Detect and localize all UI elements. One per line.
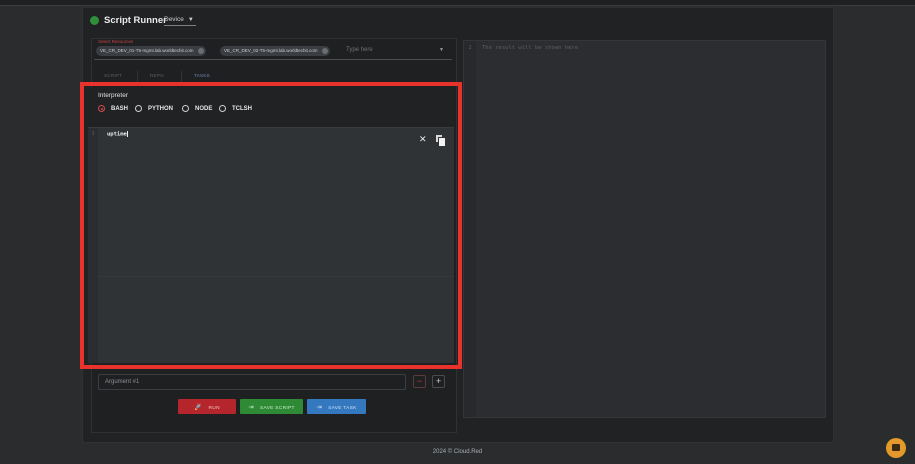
chat-button[interactable] bbox=[886, 438, 906, 458]
top-bar bbox=[0, 0, 915, 6]
highlight-box bbox=[80, 82, 462, 369]
chevron-down-icon: ▼ bbox=[187, 17, 194, 23]
app-title: Script Runner bbox=[104, 15, 167, 26]
save-script-label: SAVE SCRIPT bbox=[260, 406, 295, 411]
rocket-icon: 🚀 bbox=[194, 404, 203, 411]
save-task-label: SAVE TASK bbox=[328, 406, 357, 411]
tab-tasks[interactable]: TASKS bbox=[194, 73, 210, 78]
save-script-button[interactable]: ⇥ SAVE SCRIPT bbox=[240, 399, 303, 414]
device-select-label: Device bbox=[164, 16, 184, 23]
resources-field[interactable]: VE_CR_DEV_01-T5-mgmt.lab.worldtechit.com… bbox=[94, 43, 452, 60]
result-output: The result will be shown here bbox=[482, 45, 579, 51]
chip-remove-icon[interactable] bbox=[321, 48, 328, 54]
tab-script[interactable]: SCRIPT bbox=[104, 73, 122, 78]
save-icon: ⇥ bbox=[316, 404, 323, 411]
app-header: Script Runner Device ▼ bbox=[83, 8, 833, 36]
chevron-down-icon[interactable]: ▼ bbox=[439, 47, 444, 53]
add-argument-button[interactable]: + bbox=[432, 375, 445, 388]
chat-icon bbox=[892, 444, 900, 451]
tab-repo[interactable]: REPO bbox=[150, 73, 164, 78]
status-indicator bbox=[90, 16, 99, 25]
device-select[interactable]: Device ▼ bbox=[164, 16, 196, 26]
resource-chip-label: VE_CR_DEV_02-T5-mgmt.lab.worldtechit.com bbox=[224, 48, 318, 53]
run-button[interactable]: 🚀 RUN bbox=[178, 399, 236, 414]
save-icon: ⇥ bbox=[248, 404, 255, 411]
run-label: RUN bbox=[208, 406, 220, 411]
resource-chip[interactable]: VE_CR_DEV_02-T5-mgmt.lab.worldtechit.com bbox=[220, 46, 330, 56]
tab-divider bbox=[137, 71, 138, 82]
chip-remove-icon[interactable] bbox=[197, 48, 204, 54]
resource-chip[interactable]: VE_CR_DEV_01-T5-mgmt.lab.worldtechit.com bbox=[96, 46, 206, 56]
result-line-gutter: 1 bbox=[464, 41, 476, 417]
tab-divider bbox=[181, 71, 182, 82]
save-task-button[interactable]: ⇥ SAVE TASK bbox=[307, 399, 366, 414]
result-panel: 1 The result will be shown here bbox=[463, 40, 826, 418]
remove-argument-button[interactable]: − bbox=[413, 375, 426, 388]
argument-input[interactable]: Argument #1 bbox=[98, 374, 406, 390]
resources-search-input[interactable]: Type here bbox=[346, 47, 373, 53]
resource-chip-label: VE_CR_DEV_01-T5-mgmt.lab.worldtechit.com bbox=[100, 48, 194, 53]
footer-copyright: 2024 © Cloud.Red bbox=[432, 449, 483, 455]
